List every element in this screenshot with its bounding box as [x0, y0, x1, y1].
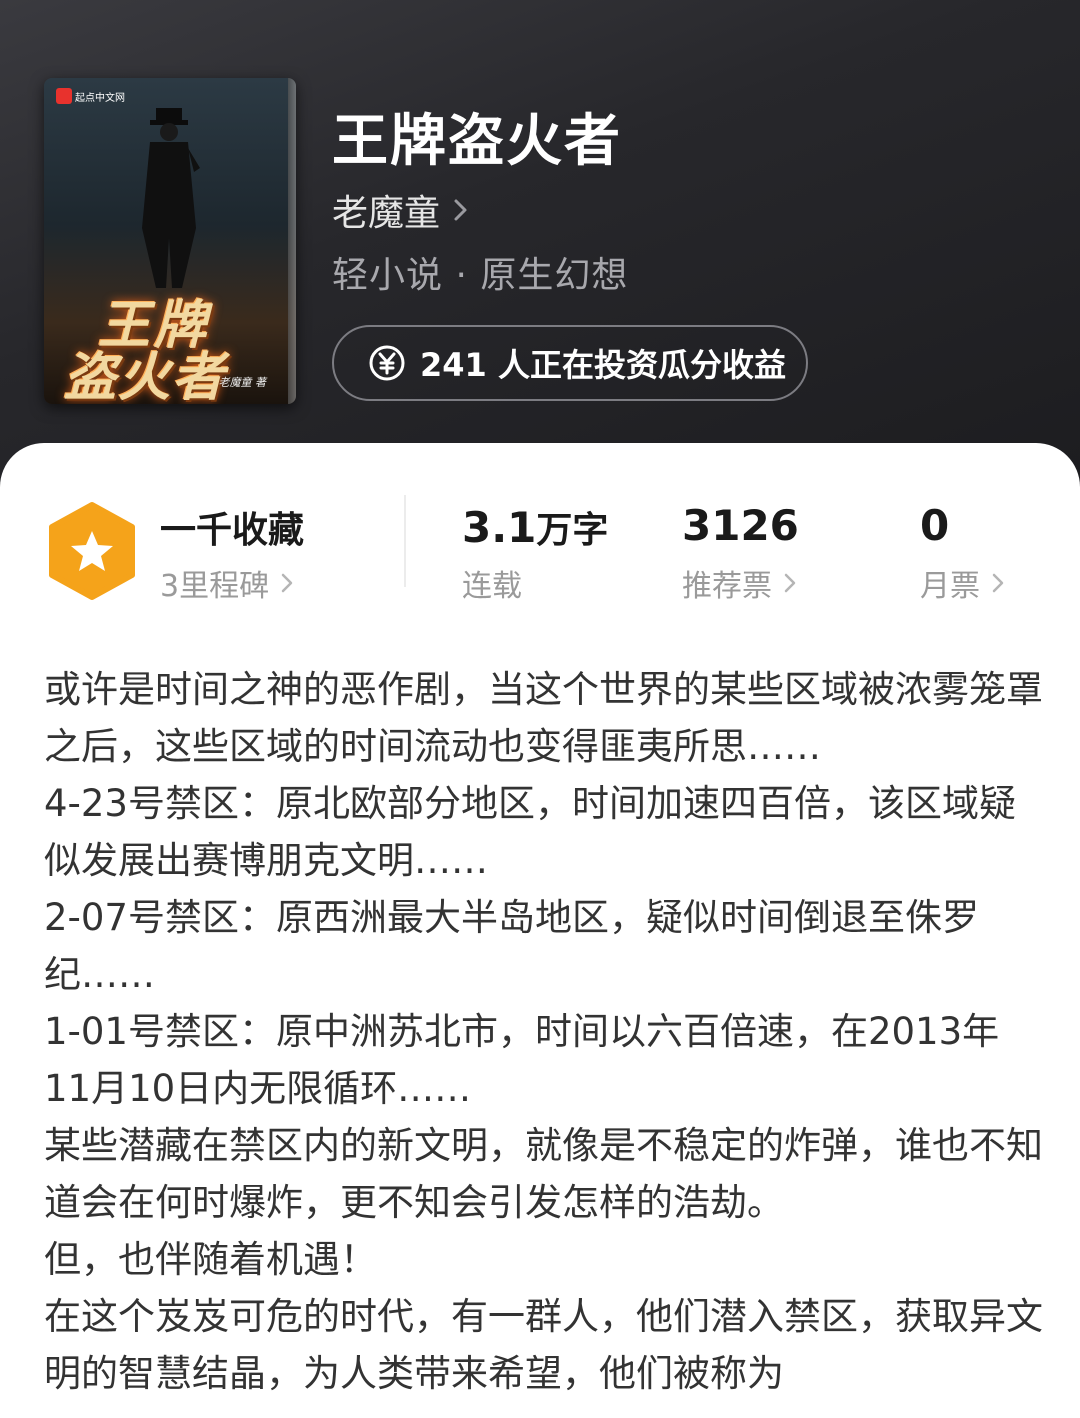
book-header: 起点中文网 王牌 盗火者 老魔童 著 王牌盗火者 老魔童 轻小说 · 原生幻想 …	[0, 0, 1080, 520]
chevron-right-icon	[281, 573, 293, 593]
publisher-logo-icon	[56, 88, 72, 104]
book-detail-sheet: 一千收藏 3里程碑 3.1万字 连载 3126 推荐票 0 月票 或许是时间之神…	[0, 443, 1080, 1418]
cover-figure-illustration	[142, 108, 200, 288]
book-title: 王牌盗火者	[332, 109, 622, 174]
cover-author-tag: 老魔童 著	[218, 376, 267, 389]
chevron-right-icon	[784, 573, 796, 593]
monthly-count: 0	[920, 501, 950, 550]
yen-coin-icon	[369, 345, 405, 381]
recommend-count: 3126	[682, 501, 799, 550]
star-badge-icon[interactable]	[46, 501, 138, 601]
cover-spine	[288, 78, 296, 404]
author-name: 老魔童	[332, 193, 441, 234]
monthly-tickets-link[interactable]: 月票	[920, 561, 1006, 605]
chevron-right-icon	[992, 573, 1004, 593]
author-link[interactable]: 老魔童	[332, 184, 472, 236]
chevron-right-icon	[454, 199, 467, 221]
publisher-badge: 起点中文网	[52, 86, 129, 106]
book-cover[interactable]: 起点中文网 王牌 盗火者 老魔童 著	[44, 78, 296, 404]
milestone-link[interactable]: 3里程碑	[160, 561, 295, 605]
recommend-tickets-link[interactable]: 推荐票	[682, 561, 798, 605]
status-label: 连载	[462, 569, 522, 604]
collection-title: 一千收藏	[160, 510, 305, 551]
stats-row: 一千收藏 3里程碑 3.1万字 连载 3126 推荐票 0 月票	[0, 483, 1080, 623]
book-description[interactable]: 或许是时间之神的恶作剧，当这个世界的某些区域被浓雾笼罩之后，这些区域的时间流动也…	[44, 661, 1044, 1402]
invest-button[interactable]: 241 人正在投资瓜分收益	[332, 325, 808, 401]
book-genre: 轻小说 · 原生幻想	[332, 255, 629, 296]
word-count: 3.1万字	[462, 503, 609, 552]
stats-divider	[404, 495, 406, 587]
invest-label: 241 人正在投资瓜分收益	[420, 346, 786, 384]
